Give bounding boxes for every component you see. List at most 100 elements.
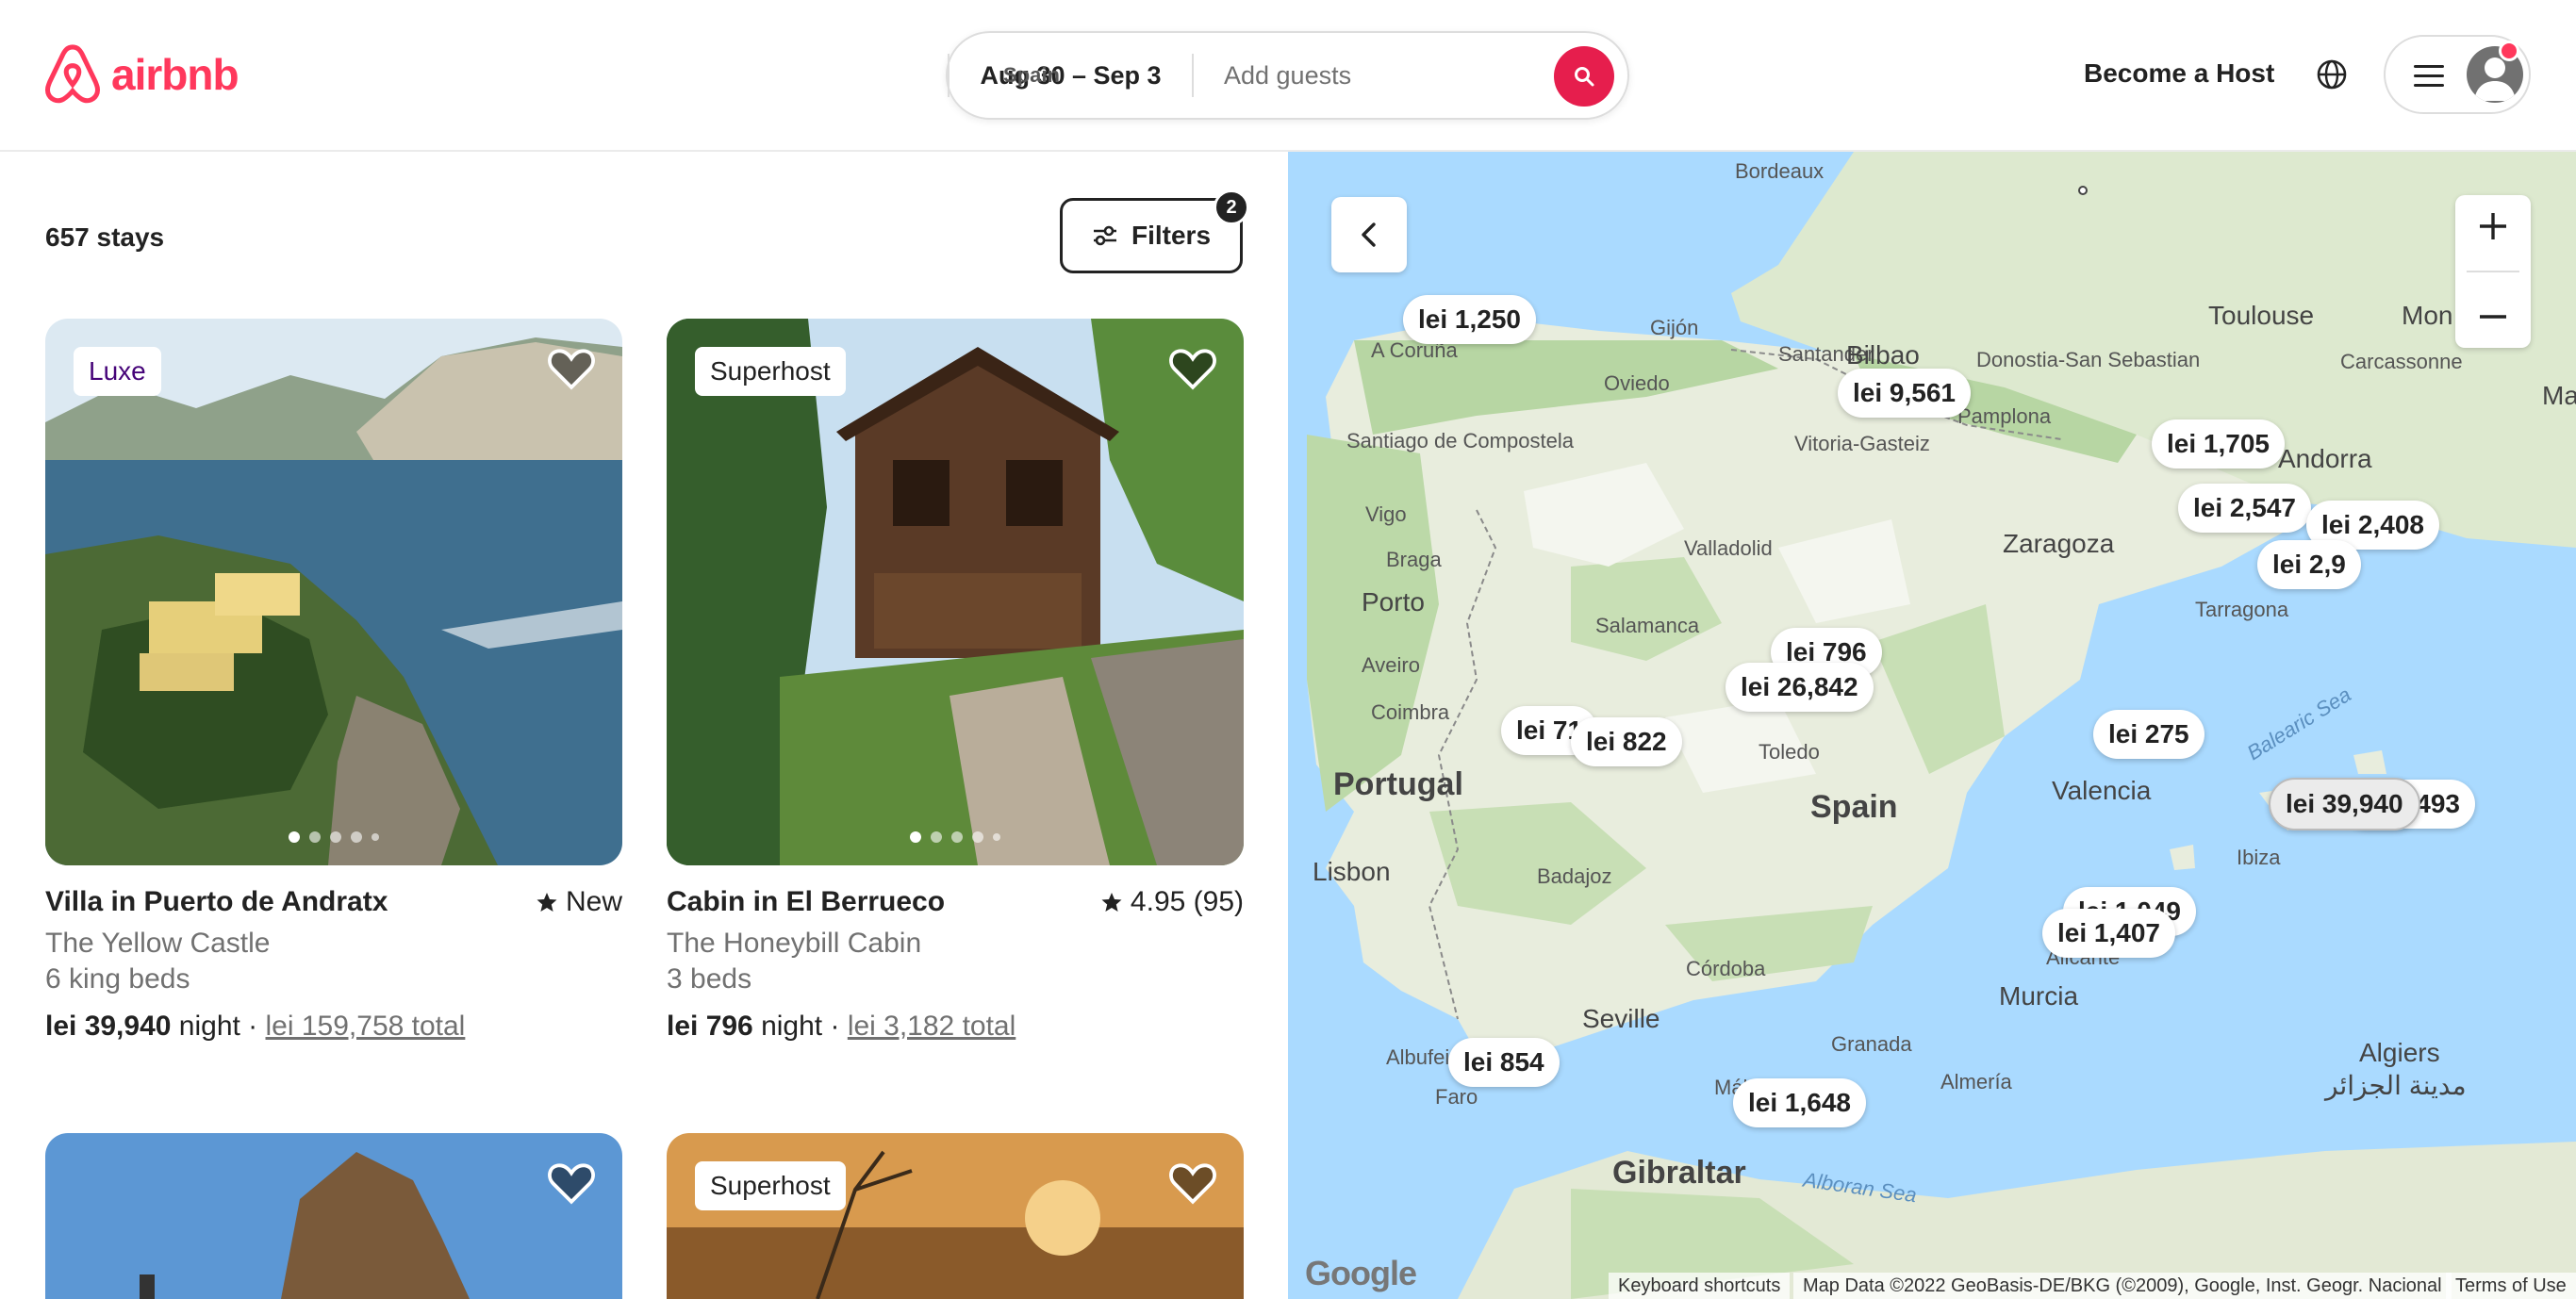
listing-photo-image [667,1133,1244,1299]
globe-icon[interactable] [2316,58,2348,90]
country-label: Gibraltar [1612,1155,1746,1191]
search-bar[interactable]: Spain Aug 30 – Sep 3 Add guests [946,31,1629,120]
carousel-dots [667,831,1244,843]
listing-price: lei 39,940 night · lei 159,758 total [45,1011,622,1043]
map-label: Seville [1582,1004,1660,1033]
superhost-badge: Superhost [695,347,846,396]
zoom-divider [2467,270,2519,272]
map-label: Zaragoza [2003,529,2115,558]
listing-beds: 6 king beds [45,963,190,995]
listing-card[interactable]: Luxe Villa in Puerto de Andratx New The … [45,319,622,1043]
chevron-left-icon [1362,222,1376,247]
listing-subtitle: The Honeybill Cabin [667,928,922,959]
listing-photo-image [45,1133,622,1299]
heart-icon[interactable] [1168,1159,1217,1205]
total-price-link[interactable]: lei 159,758 total [266,1011,466,1042]
zoom-in-icon[interactable] [2476,209,2510,243]
map-label: Braga [1386,548,1442,571]
listing-photo-image [667,319,1244,865]
listing-rating: New [536,886,622,918]
heart-icon[interactable] [547,1159,596,1205]
terms-of-use-link[interactable]: Terms of Use [2446,1273,2576,1299]
brand-name: airbnb [111,50,239,99]
collapse-map-button[interactable] [1331,197,1407,272]
search-location[interactable]: Spain [948,63,1115,88]
carousel-dots [45,831,622,843]
map-label: Porto [1362,587,1425,617]
map-label: Salamanca [1595,614,1700,637]
become-host-link[interactable]: Become a Host [2084,58,2274,89]
map-label: Gijón [1650,316,1699,339]
price-pin[interactable]: lei 275 [2093,710,2204,759]
map-label: Carcassonne [2340,350,2463,373]
map-label: Córdoba [1686,957,1766,980]
map[interactable]: Bordeaux Toulouse Mon Carcassonne Ma Gij… [1288,152,2576,1299]
map-label: Aveiro [1362,653,1420,677]
map-label: Tarragona [2195,598,2289,621]
map-label: Vigo [1365,502,1407,526]
map-label: Donostia-San Sebastian [1976,348,2201,371]
zoom-out-icon[interactable] [2476,300,2510,334]
map-label: Coimbra [1371,700,1450,724]
notification-dot [2499,41,2519,61]
map-label: Pamplona [1957,404,2052,428]
search-button[interactable] [1554,46,1614,107]
price-pin[interactable]: lei 822 [1571,717,1682,766]
price-pin[interactable]: lei 854 [1448,1038,1560,1087]
map-label: Almería [1940,1070,2012,1093]
city-dot [2078,186,2088,195]
price-pin[interactable]: lei 9,561 [1838,369,1971,418]
superhost-badge: Superhost [695,1161,846,1210]
map-label: Toledo [1759,740,1820,764]
listing-rating: 4.95 (95) [1100,886,1244,918]
listing-photo-image [45,319,622,865]
map-label: Ma [2542,381,2576,410]
nightly-price: lei 39,940 [45,1011,172,1042]
map-label: Andorra [2278,444,2372,473]
listing-price: lei 796 night · lei 3,182 total [667,1011,1244,1043]
map-label: Algiers [2359,1038,2440,1067]
hamburger-icon [2414,65,2444,88]
price-pin-selected[interactable]: lei 39,940 [2269,778,2420,830]
stays-count: 657 stays [45,222,165,252]
zoom-controls [2455,195,2531,348]
map-label: Faro [1435,1085,1478,1109]
listing-photo[interactable]: Superhost [667,1133,1244,1299]
heart-icon[interactable] [547,345,596,390]
listing-card[interactable]: Superhost [667,1133,1244,1299]
airbnb-logo[interactable]: airbnb [43,43,239,106]
listing-photo[interactable] [45,1133,622,1299]
listing-photo[interactable]: Luxe [45,319,622,865]
map-label: Toulouse [2208,301,2315,330]
price-pin[interactable]: lei 1,705 [2152,419,2285,469]
search-guests[interactable]: Add guests [1194,61,1392,90]
top-header: airbnb Spain Aug 30 – Sep 3 Add guests B… [0,0,2576,152]
map-label: Lisbon [1313,857,1391,886]
map-label: Oviedo [1604,371,1670,395]
listing-card[interactable]: Superhost Cabin in El Berrueco 4.95 (95)… [667,319,1244,1043]
price-pin[interactable]: lei 1,648 [1733,1078,1866,1127]
listing-subtitle: The Yellow Castle [45,928,271,959]
price-pin[interactable]: lei 1,250 [1403,295,1536,344]
filters-label: Filters [1131,221,1212,250]
price-pin[interactable]: lei 2,547 [2178,484,2311,533]
map-label: Ibiza [2237,846,2281,869]
total-price-link[interactable]: lei 3,182 total [848,1011,1016,1042]
map-label: Santiago de Compostela [1346,429,1574,452]
price-unit: night · [752,1011,848,1042]
map-label: Valladolid [1684,536,1773,560]
price-pin[interactable]: lei 1,407 [2042,909,2175,958]
listing-photo[interactable]: Superhost [667,319,1244,865]
keyboard-shortcuts-link[interactable]: Keyboard shortcuts [1609,1273,1791,1299]
heart-icon[interactable] [1168,345,1217,390]
listing-beds: 3 beds [667,963,752,995]
listing-card[interactable] [45,1133,622,1299]
price-pin[interactable]: lei 26,842 [1726,663,1874,712]
map-label: Mon [2402,301,2453,330]
star-icon [1101,893,1122,912]
rating-text: 4.95 (95) [1130,886,1244,917]
price-pin[interactable]: lei 2,9 [2257,540,2361,589]
map-label: Murcia [1999,981,2079,1011]
google-logo: Google [1305,1254,1417,1292]
rating-text: New [565,886,622,917]
